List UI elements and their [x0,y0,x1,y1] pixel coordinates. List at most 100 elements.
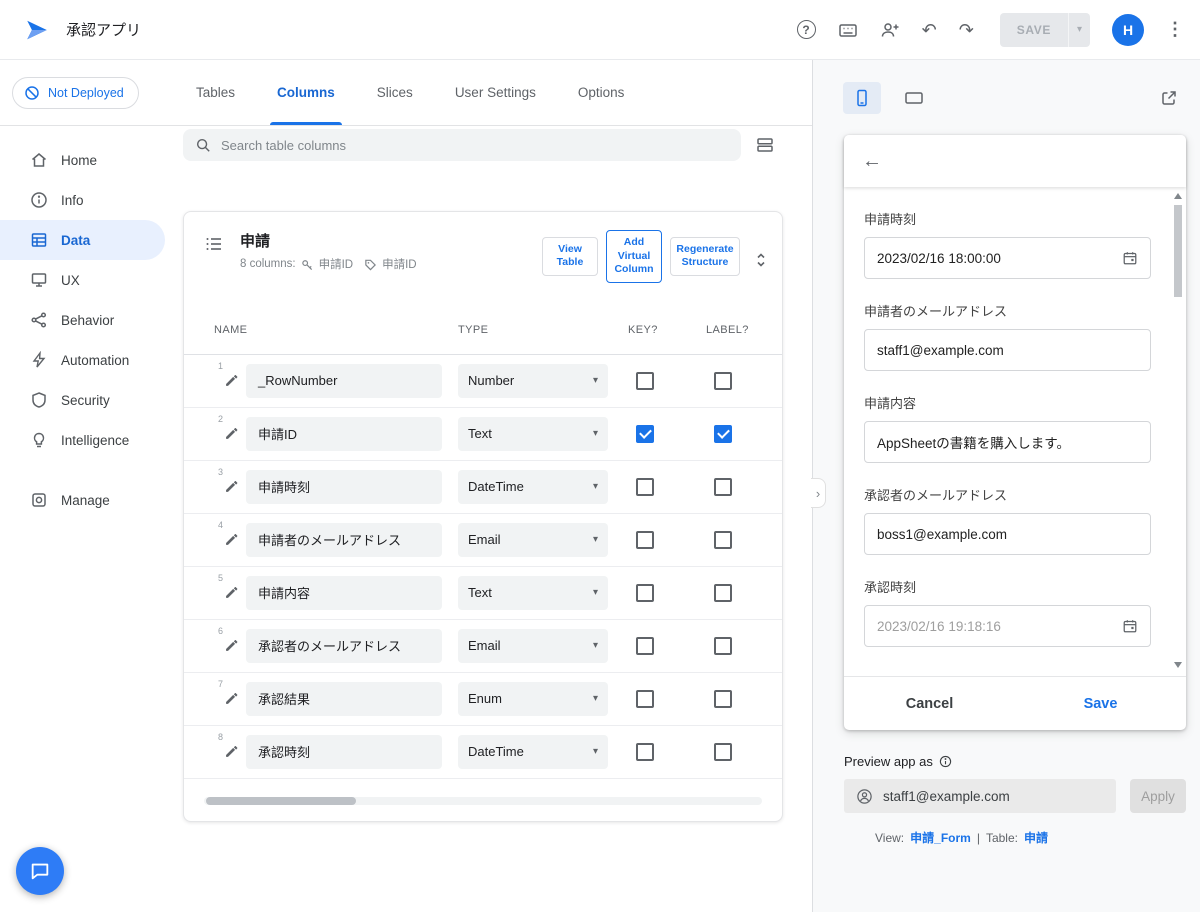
label-checkbox[interactable] [714,530,732,549]
tablet-preview-button[interactable] [895,82,933,114]
save-dropdown-button[interactable]: ▾ [1067,12,1090,47]
form-field-input[interactable]: AppSheetの書籍を購入します。 [864,421,1151,463]
edit-column-icon[interactable] [224,532,239,547]
tab-user-settings[interactable]: User Settings [434,60,557,125]
avatar[interactable]: H [1112,13,1144,46]
undo-icon[interactable]: ↶ [922,21,937,39]
column-name-field[interactable]: 申請者のメールアドレス [246,522,442,557]
sidebar-item-security[interactable]: Security [0,380,165,420]
view-link[interactable]: 申請_Form [910,829,971,846]
column-type-select[interactable]: Email ▾ [458,628,608,663]
sidebar-item-data[interactable]: Data [0,220,165,260]
key-checkbox[interactable] [636,636,654,655]
calendar-icon[interactable] [1122,618,1138,634]
key-checkbox[interactable] [636,371,654,390]
form-view-header: ← [844,135,1186,187]
add-virtual-column-button[interactable]: Add Virtual Column [606,230,662,283]
column-name-field[interactable]: 承認時刻 [246,734,442,769]
form-scrollbar-thumb[interactable] [1174,205,1182,297]
sidebar-item-home[interactable]: Home [0,140,165,180]
column-name-field[interactable]: 承認結果 [246,681,442,716]
key-checkbox[interactable] [636,583,654,602]
edit-column-icon[interactable] [224,638,239,653]
tab-slices[interactable]: Slices [356,60,434,125]
panel-collapse-handle[interactable]: › [811,478,826,508]
table-list-icon[interactable] [204,234,224,254]
phone-preview-button[interactable] [843,82,881,114]
view-table-button[interactable]: View Table [542,236,598,277]
regenerate-structure-button[interactable]: Regenerate Structure [670,236,740,277]
edit-column-icon[interactable] [224,585,239,600]
tab-columns[interactable]: Columns [256,60,356,125]
back-arrow-icon[interactable]: ← [862,150,882,173]
tab-options[interactable]: Options [557,60,646,125]
edit-column-icon[interactable] [224,373,239,388]
sidebar-item-automation[interactable]: Automation [0,340,165,380]
sidebar-item-intelligence[interactable]: Intelligence [0,420,165,460]
key-checkbox[interactable] [636,424,654,443]
form-field-input[interactable]: staff1@example.com [864,329,1151,371]
label-checkbox[interactable] [714,371,732,390]
key-checkbox[interactable] [636,477,654,496]
save-button[interactable]: SAVE [999,12,1068,47]
keyboard-icon[interactable] [838,20,858,40]
edit-column-icon[interactable] [224,691,239,706]
preview-user-select[interactable]: staff1@example.com [844,779,1116,813]
column-type-select[interactable]: Email ▾ [458,522,608,557]
sidebar-item-info[interactable]: Info [0,180,165,220]
more-menu-icon[interactable]: ⋮ [1166,19,1184,40]
label-checkbox[interactable] [714,424,732,443]
sidebar-item-manage[interactable]: Manage [0,480,165,520]
edit-column-icon[interactable] [224,744,239,759]
form-field-input[interactable]: 2023/02/16 18:00:00 [864,237,1151,279]
unfold-icon[interactable] [754,252,768,268]
column-name-field[interactable]: 承認者のメールアドレス [246,628,442,663]
info-icon[interactable] [939,755,952,768]
appsheet-logo-icon[interactable] [24,17,50,43]
edit-column-icon[interactable] [224,479,239,494]
key-checkbox[interactable] [636,689,654,708]
label-checkbox[interactable] [714,742,732,761]
sidebar-item-ux[interactable]: UX [0,260,165,300]
column-type-select[interactable]: Number ▾ [458,363,608,398]
form-save-button[interactable]: Save [1015,677,1186,730]
density-icon[interactable] [756,136,774,154]
horizontal-scrollbar[interactable] [204,796,762,805]
label-checkbox[interactable] [714,689,732,708]
label-checkbox[interactable] [714,636,732,655]
search-input[interactable]: Search table columns [183,129,741,161]
tab-tables[interactable]: Tables [175,60,256,125]
scrollbar-thumb[interactable] [206,796,356,805]
form-cancel-button[interactable]: Cancel [844,677,1015,730]
form-scrollbar[interactable] [1173,191,1183,670]
deploy-status-badge[interactable]: Not Deployed [12,76,139,109]
key-checkbox[interactable] [636,742,654,761]
key-icon [301,258,314,271]
form-field-input[interactable]: 2023/02/16 19:18:16 [864,605,1151,647]
key-checkbox[interactable] [636,530,654,549]
column-type-select[interactable]: Enum ▾ [458,681,608,716]
help-icon[interactable]: ? [796,20,816,39]
column-name-field[interactable]: 申請ID [246,416,442,451]
label-checkbox[interactable] [714,583,732,602]
column-type-select[interactable]: DateTime ▾ [458,734,608,769]
share-app-icon[interactable] [880,20,900,40]
edit-column-icon[interactable] [224,426,239,441]
sidebar-item-behavior[interactable]: Behavior [0,300,165,340]
column-type-select[interactable]: Text ▾ [458,416,608,451]
calendar-icon[interactable] [1122,250,1138,266]
column-type-select[interactable]: Text ▾ [458,575,608,610]
chat-fab-button[interactable] [16,847,64,895]
redo-icon[interactable]: ↷ [959,21,974,39]
column-name-field[interactable]: 申請内容 [246,575,442,610]
column-type-select[interactable]: DateTime ▾ [458,469,608,504]
apply-button[interactable]: Apply [1130,779,1186,813]
scroll-down-icon[interactable] [1174,662,1182,668]
table-link[interactable]: 申請 [1024,829,1048,846]
column-name-field[interactable]: _RowNumber [246,363,442,398]
form-field-input[interactable]: boss1@example.com [864,513,1151,555]
scroll-up-icon[interactable] [1174,193,1182,199]
label-checkbox[interactable] [714,477,732,496]
open-in-new-icon[interactable] [1160,89,1178,107]
column-name-field[interactable]: 申請時刻 [246,469,442,504]
